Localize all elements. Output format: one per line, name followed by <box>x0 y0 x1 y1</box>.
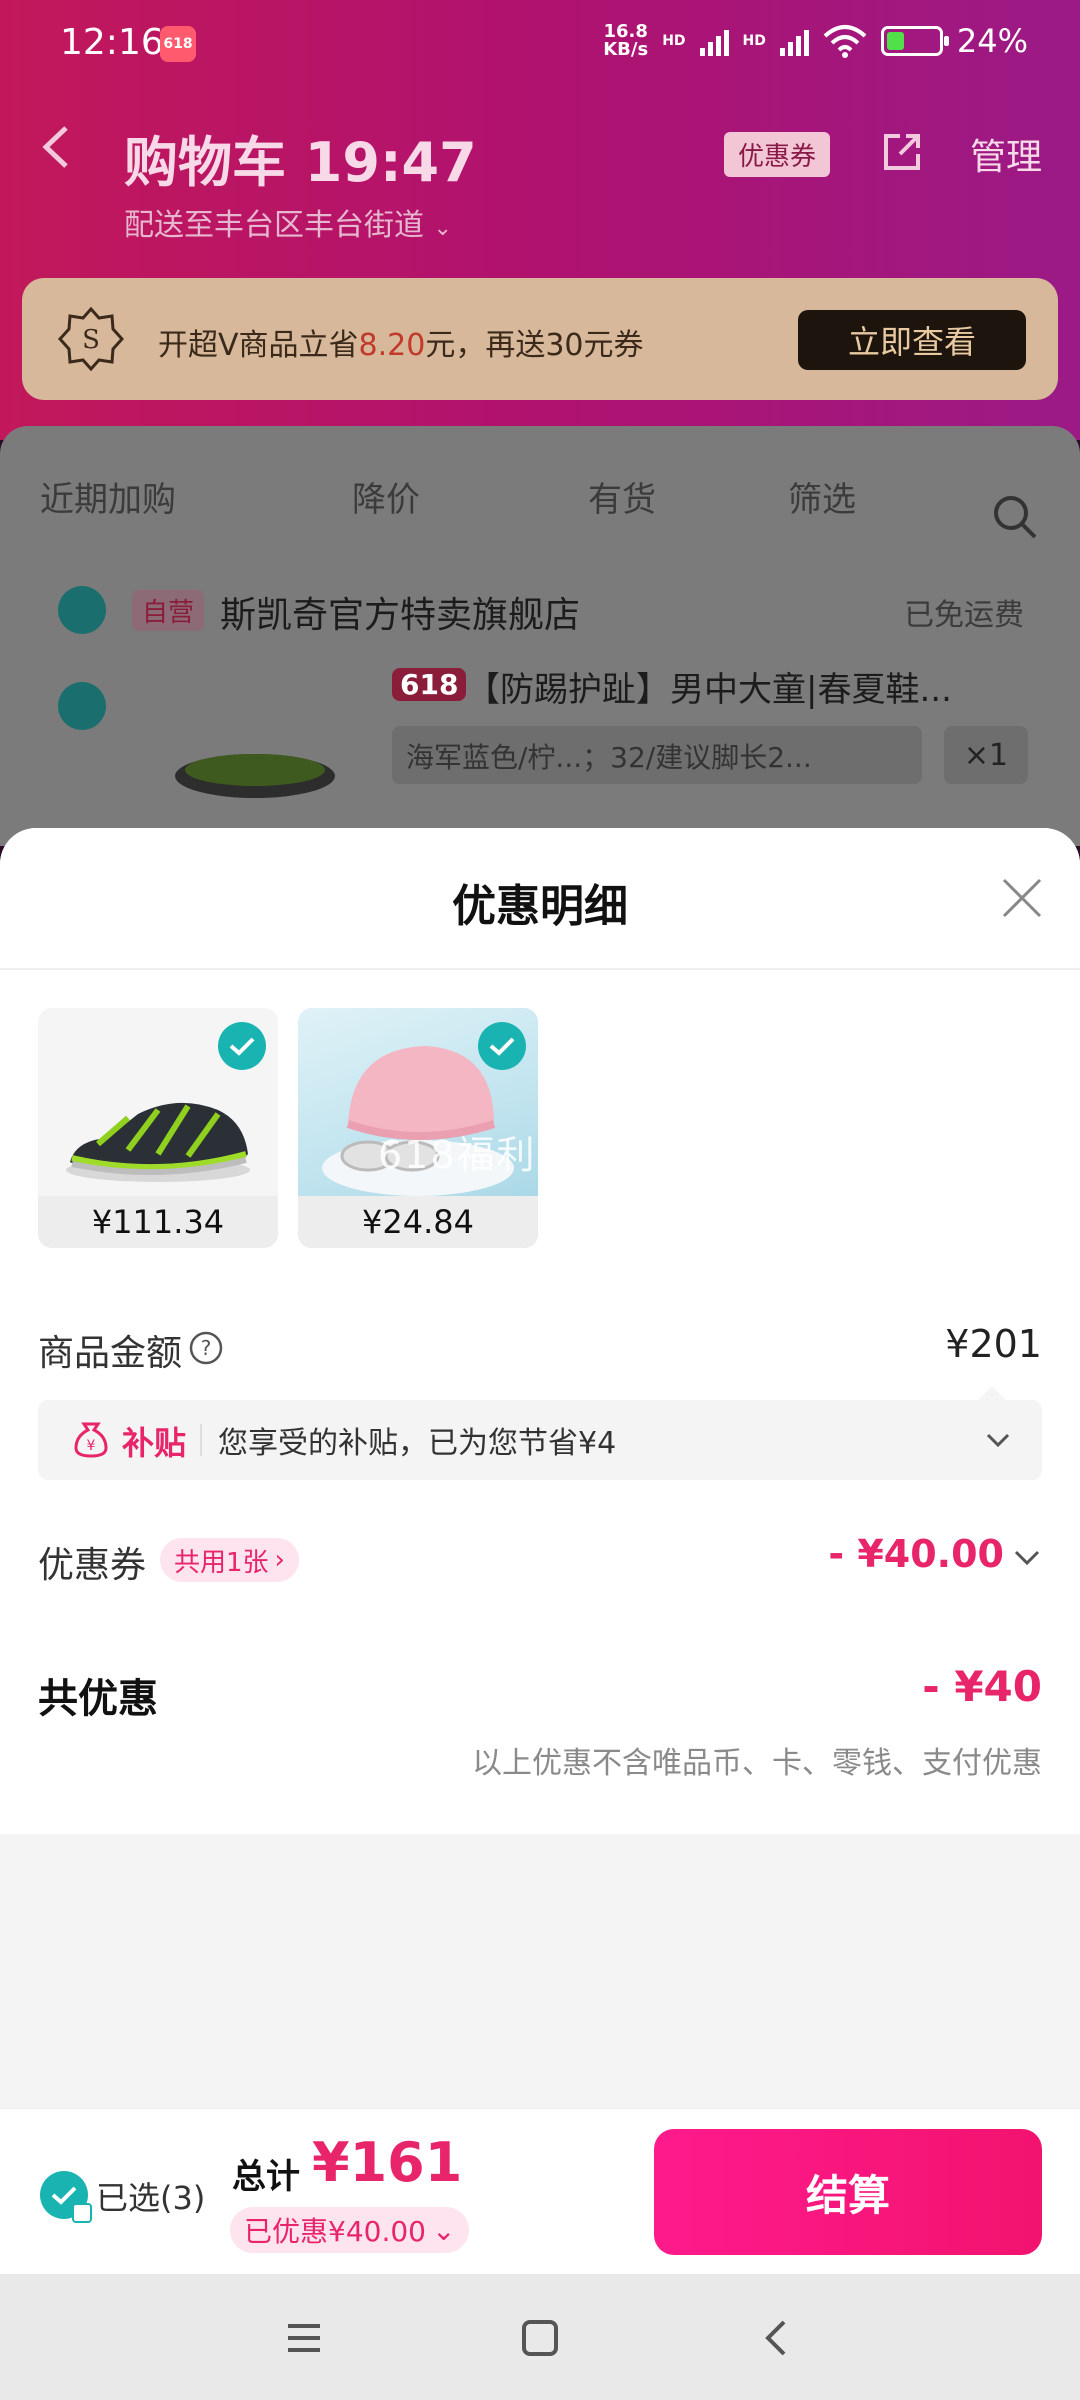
system-navigation-bar <box>0 2274 1080 2400</box>
filter-in-stock[interactable]: 有货 <box>588 472 656 521</box>
manage-button[interactable]: 管理 <box>970 128 1042 180</box>
hd-label: HD <box>662 33 686 49</box>
discount-note: 以上优惠不含唯品币、卡、零钱、支付优惠 <box>472 1746 1042 1781</box>
discount-summary-chip[interactable]: 已优惠¥40.00 ⌄ <box>230 2207 470 2253</box>
chevron-right-icon: › <box>274 1545 285 1575</box>
battery-level: 24% <box>956 22 1028 60</box>
divider <box>0 968 1080 970</box>
promo-text: 开超V商品立省8.20元，再送30元券 <box>158 328 644 363</box>
back-arrow-icon[interactable] <box>36 122 76 172</box>
sheet-content: 优惠明细 ¥111.34 ¥24.84 618福利严选 商品金额 ? ¥201 … <box>0 828 1080 1834</box>
shop-row: 自营 斯凯奇官方特卖旗舰店 已免运费 <box>0 576 1080 646</box>
view-now-button[interactable]: 立即查看 <box>798 310 1026 370</box>
self-operated-tag: 自营 <box>132 590 205 631</box>
sheet-title: 优惠明细 <box>452 881 628 932</box>
filter-price-drop[interactable]: 降价 <box>352 472 420 521</box>
money-bag-icon: ¥ <box>74 1422 108 1458</box>
menu-icon[interactable] <box>284 2318 324 2358</box>
coupon-tag[interactable]: 优惠券 <box>724 132 831 177</box>
status-indicators: 16.8 KB/s HD HD 24% <box>603 22 1028 60</box>
super-v-promo-bar[interactable]: S 开超V商品立省8.20元，再送30元券 立即查看 <box>22 278 1058 400</box>
618-tag: 618 <box>392 668 467 701</box>
back-icon[interactable] <box>756 2318 796 2358</box>
free-shipping-label: 已免运费 <box>904 598 1024 633</box>
subsidy-row[interactable]: ¥ 补贴 您享受的补贴，已为您节省¥4 <box>38 1386 1042 1480</box>
product-card-sandal[interactable]: ¥111.34 <box>38 1008 278 1248</box>
sandal-thumbnail <box>175 754 335 798</box>
select-all-checkbox[interactable] <box>40 2171 92 2223</box>
search-icon[interactable] <box>990 492 1040 542</box>
item-checkbox[interactable] <box>58 682 106 730</box>
delivery-address[interactable]: 配送至丰台区丰台街道 ⌄ <box>124 200 452 244</box>
status-bar: 12:16 618 16.8 KB/s HD HD 24% <box>0 0 1080 90</box>
total-label: 总计 <box>232 2157 300 2197</box>
sandal-image <box>66 1102 250 1182</box>
checkout-button[interactable]: 结算 <box>654 2129 1042 2255</box>
filter-screen[interactable]: 筛选 <box>788 472 856 521</box>
coupon-label: 优惠券 <box>38 1545 147 1586</box>
selected-count: 已选(3) <box>96 2179 206 2217</box>
item-title[interactable]: 【防踢护趾】男中大童|春夏鞋... <box>466 662 952 711</box>
network-speed: 16.8 KB/s <box>603 21 649 60</box>
battery-icon <box>880 26 949 56</box>
signal-icon <box>699 26 729 56</box>
total-price: ¥161 <box>312 2131 463 2194</box>
product-price: ¥111.34 <box>38 1196 278 1248</box>
svg-text:?: ? <box>201 1336 212 1360</box>
signal-icon-2 <box>779 26 809 56</box>
filter-recent[interactable]: 近期加购 <box>40 472 176 521</box>
shop-checkbox[interactable] <box>58 586 106 634</box>
product-price: ¥24.84 <box>298 1196 538 1248</box>
item-spec-selector[interactable]: 海军蓝色/柠...；32/建议脚长2... <box>392 726 922 784</box>
super-v-badge-icon: S <box>58 306 124 372</box>
share-icon[interactable] <box>880 130 924 174</box>
cart-item: 618 【防踢护趾】男中大童|春夏鞋... 海军蓝色/柠...；32/建议脚长2… <box>0 656 1080 856</box>
chevron-down-icon: ⌄ <box>433 216 452 241</box>
cart-list: 近期加购 降价 有货 筛选 自营 斯凯奇官方特卖旗舰店 已免运费 618 【防踢… <box>0 426 1080 846</box>
goods-amount-label: 商品金额 <box>38 1333 183 1374</box>
page-title: 购物车 19:47 <box>124 131 477 194</box>
discount-detail-sheet: 优惠明细 ¥111.34 ¥24.84 618福利严选 商品金额 ? ¥201 … <box>0 828 1080 2108</box>
item-quantity[interactable]: ×1 <box>944 726 1028 784</box>
subsidy-text: 您享受的补贴，已为您节省¥4 <box>218 1426 617 1461</box>
chevron-down-icon: ⌄ <box>431 2213 456 2247</box>
cart-header: 12:16 618 16.8 KB/s HD HD 24% 购物车 19:47 … <box>0 0 1080 440</box>
chevron-down-icon[interactable] <box>1012 1544 1042 1572</box>
total-discount-label: 共优惠 <box>38 1676 158 1722</box>
svg-text:S: S <box>82 325 100 355</box>
help-icon[interactable]: ? <box>188 1330 224 1366</box>
chevron-down-icon[interactable] <box>984 1426 1012 1454</box>
status-time: 12:16 <box>60 22 164 63</box>
wifi-icon <box>823 25 867 58</box>
hd-label-2: HD <box>742 33 766 49</box>
coupon-discount-value: - ¥40.00 <box>828 1532 1004 1576</box>
svg-text:¥: ¥ <box>87 1438 96 1454</box>
shop-name[interactable]: 斯凯奇官方特卖旗舰店 <box>220 586 580 638</box>
close-icon[interactable] <box>1000 876 1044 920</box>
checkout-bar: 已选(3) 总计 ¥161 已优惠¥40.00 ⌄ 结算 <box>0 2108 1080 2274</box>
subsidy-label: 补贴 <box>122 1424 187 1462</box>
filter-row: 近期加购 降价 有货 筛选 <box>0 462 1080 539</box>
home-icon[interactable] <box>520 2318 560 2358</box>
product-check-icon[interactable] <box>218 1022 266 1070</box>
lock-icon <box>72 2203 92 2223</box>
goods-amount-value: ¥201 <box>945 1322 1042 1366</box>
app-badge-icon: 618 <box>160 26 196 62</box>
total-discount-value: - ¥40 <box>922 1662 1042 1711</box>
coupon-count-chip[interactable]: 共用1张 › <box>160 1538 299 1582</box>
watermark-text: 618福利严选 <box>378 1133 617 1177</box>
product-check-icon[interactable] <box>478 1022 526 1070</box>
